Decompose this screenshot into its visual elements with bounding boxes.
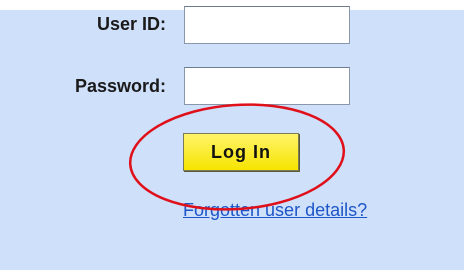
login-panel: User ID: Password: Log In Forgotten user… [0, 6, 464, 270]
password-input[interactable] [184, 67, 350, 105]
user-id-input[interactable] [184, 6, 350, 44]
forgotten-user-details-link[interactable]: Forgotten user details? [183, 200, 367, 221]
login-button[interactable]: Log In [183, 133, 299, 171]
password-label: Password: [74, 76, 166, 96]
user-id-label: User ID: [96, 14, 166, 34]
